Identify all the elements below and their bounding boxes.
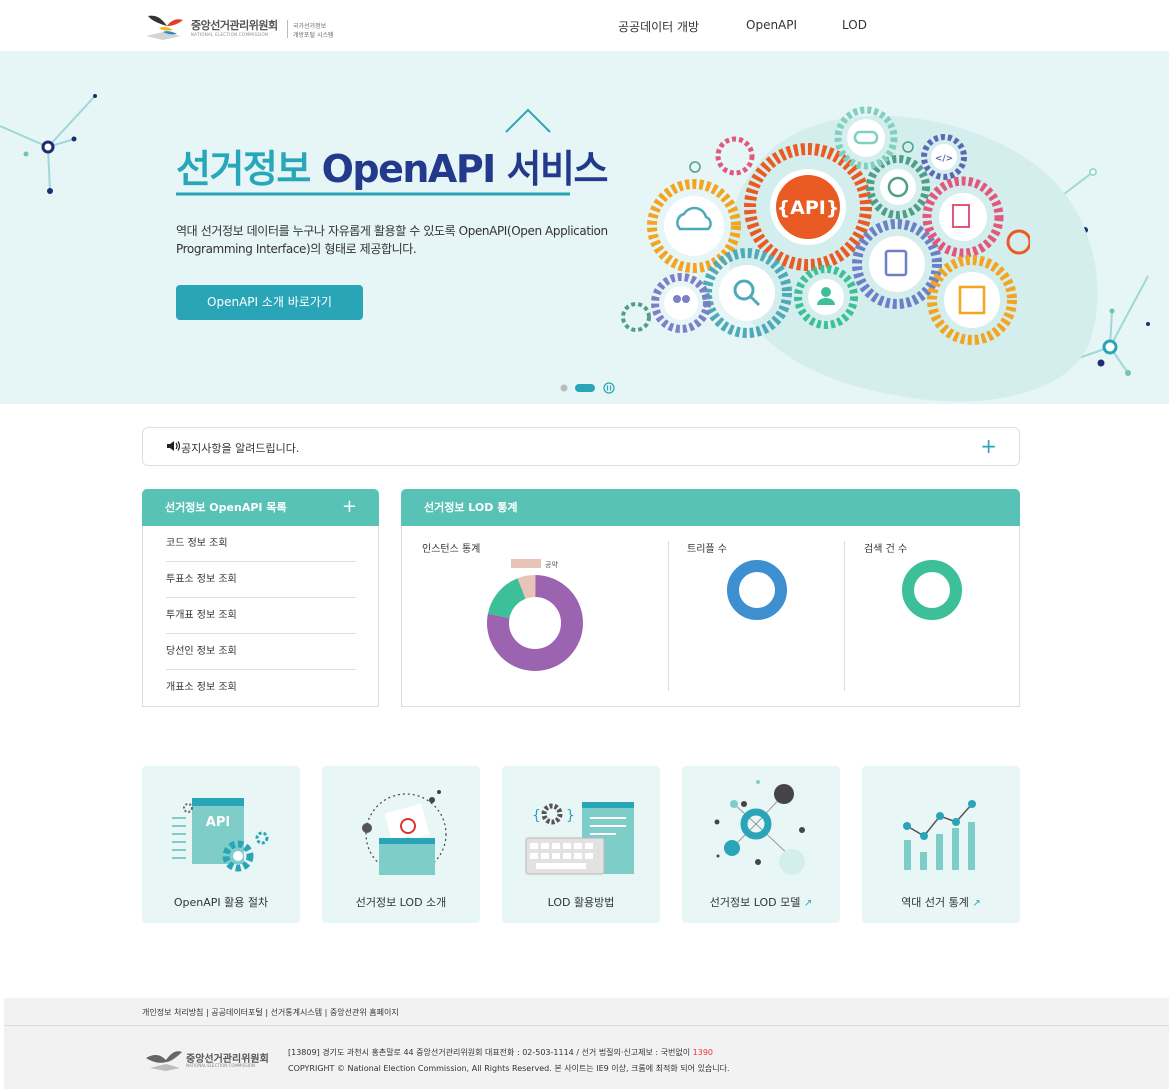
slide-dot-2-active[interactable] (575, 384, 595, 392)
hero-description: 역대 선거정보 데이터를 누구나 자유롭게 활용할 수 있도록 OpenAPI(… (176, 224, 608, 256)
card-lod-model[interactable]: 선거정보 LOD 모델 ↗ (682, 766, 840, 923)
ballot-box-icon (362, 790, 447, 875)
footer-hotline: 1390 (692, 1048, 713, 1057)
footer-links: 개인정보 처리방침 | 공공데이터포털 | 선거통계시스템 | 중앙선관위 홈페… (142, 1007, 399, 1018)
api-gears-illustration: {API} </> (621, 106, 1030, 345)
triple-count-donut-slice-1 (727, 560, 787, 620)
footer-divider (4, 1025, 1169, 1026)
svg-text:{: { (532, 808, 541, 824)
nav-openapi[interactable]: OpenAPI (746, 18, 797, 32)
keyboard-document-icon: { } (525, 802, 634, 875)
card-label-text: 역대 선거 통계 (901, 896, 969, 909)
card-lod-intro[interactable]: 선거정보 LOD 소개 (322, 766, 480, 923)
site-footer: 개인정보 처리방침 | 공공데이터포털 | 선거통계시스템 | 중앙선관위 홈페… (4, 998, 1169, 1089)
api-badge: {API} (777, 197, 840, 219)
legend-label-pledge: 공약 (545, 560, 558, 569)
footer-link-nec-home[interactable]: 중앙선관위 홈페이지 (330, 1008, 399, 1017)
title-underline-decoration (176, 108, 570, 196)
api-item-counting-station[interactable]: 개표소 정보 조회 (166, 670, 356, 706)
nec-logo[interactable]: 중앙선거관리위원회 NATIONAL ELECTION COMMISSION 국… (143, 10, 353, 42)
triple-count-donut (727, 560, 787, 620)
instance-stats-donut (487, 575, 583, 671)
org-name-en: NATIONAL ELECTION COMMISSION (191, 32, 269, 37)
org-name: 중앙선거관리위원회 (191, 19, 278, 32)
lod-stats-panel: 인스턴스 통계 트리플 수 검색 건 수 공약 (401, 526, 1020, 707)
svg-text:}: } (566, 808, 575, 824)
api-list-more-button[interactable]: + (342, 488, 357, 525)
api-item-vote-count[interactable]: 투개표 정보 조회 (166, 598, 356, 634)
notice-more-button[interactable]: + (980, 434, 997, 458)
logo-divider (287, 20, 288, 38)
nav-lod[interactable]: LOD (842, 18, 867, 32)
pause-icon[interactable] (603, 382, 615, 394)
footer-link-stats-system[interactable]: 선거통계시스템 (271, 1008, 323, 1017)
slide-dot-1[interactable] (560, 384, 568, 392)
notice-bar[interactable]: 공지사항을 알려드립니다. + (142, 427, 1020, 466)
hero-banner: 선거정보 OpenAPI 서비스 역대 선거정보 데이터를 누구나 자유롭게 활… (0, 51, 1169, 404)
card-label: 선거정보 LOD 소개 (355, 896, 447, 909)
card-label: OpenAPI 활용 절차 (173, 896, 269, 909)
nav-public-data[interactable]: 공공데이터 개방 (618, 18, 699, 35)
card-label-text: 선거정보 LOD 모델 (709, 896, 801, 909)
slide-indicators (560, 382, 615, 394)
portal-name-line1: 국가선거정보 (293, 23, 327, 30)
api-item-polling-station[interactable]: 투표소 정보 조회 (166, 562, 356, 598)
site-header: 중앙선거관리위원회 NATIONAL ELECTION COMMISSION 국… (0, 0, 1169, 51)
footer-copyright: COPYRIGHT © National Election Commission… (288, 1064, 730, 1073)
card-label: 선거정보 LOD 모델 ↗ (682, 894, 840, 910)
api-item-winner[interactable]: 당선인 정보 조회 (166, 634, 356, 670)
api-list-header: 선거정보 OpenAPI 목록 + (142, 489, 379, 526)
footer-org-name-en: NATIONAL ELECTION COMMISSION (186, 1063, 255, 1068)
lod-stats-header: 선거정보 LOD 통계 (401, 489, 1020, 526)
openapi-intro-button[interactable]: OpenAPI 소개 바로가기 (176, 285, 363, 320)
speaker-icon (167, 441, 180, 451)
svg-text:API: API (206, 815, 230, 830)
card-label: 역대 선거 통계 ↗ (862, 894, 1020, 910)
footer-emblem-icon (146, 1051, 182, 1071)
bar-chart-trend-icon (903, 800, 976, 870)
search-count-donut-slice-1 (902, 560, 962, 620)
external-link-icon: ↗ (972, 898, 981, 909)
nec-emblem-icon (146, 15, 183, 40)
external-link-icon: ↗ (803, 898, 813, 909)
api-list-panel: 코드 정보 조회 투표소 정보 조회 투개표 정보 조회 당선인 정보 조회 개… (142, 526, 379, 707)
legend-swatch-pledge (511, 559, 541, 568)
card-label: LOD 활용방법 (547, 896, 615, 909)
card-lod-usage[interactable]: { } LOD 활용방법 (502, 766, 660, 923)
svg-text:</>: </> (935, 154, 953, 164)
api-document-gear-icon: API (172, 798, 269, 872)
api-item-code[interactable]: 코드 정보 조회 (166, 526, 356, 562)
api-list-title: 선거정보 OpenAPI 목록 (165, 501, 287, 514)
search-count-donut (902, 560, 962, 620)
lod-charts: 공약 (487, 559, 962, 671)
card-openapi-procedure[interactable]: API OpenAPI 활용 절차 (142, 766, 300, 923)
footer-link-privacy[interactable]: 개인정보 처리방침 (142, 1008, 203, 1017)
portal-name-line2: 개방포털 시스템 (293, 32, 334, 39)
lod-stats-title: 선거정보 LOD 통계 (424, 501, 518, 514)
footer-link-data-portal[interactable]: 공공데이터포털 (211, 1008, 263, 1017)
network-model-icon (714, 780, 805, 875)
notice-text: 공지사항을 알려드립니다. (181, 442, 300, 455)
footer-address: [13809] 경기도 과천시 홍촌말로 44 중앙선거관리위원회 대표전화 :… (288, 1047, 713, 1058)
footer-address-text: [13809] 경기도 과천시 홍촌말로 44 중앙선거관리위원회 대표전화 :… (288, 1048, 693, 1057)
card-election-stats[interactable]: 역대 선거 통계 ↗ (862, 766, 1020, 923)
